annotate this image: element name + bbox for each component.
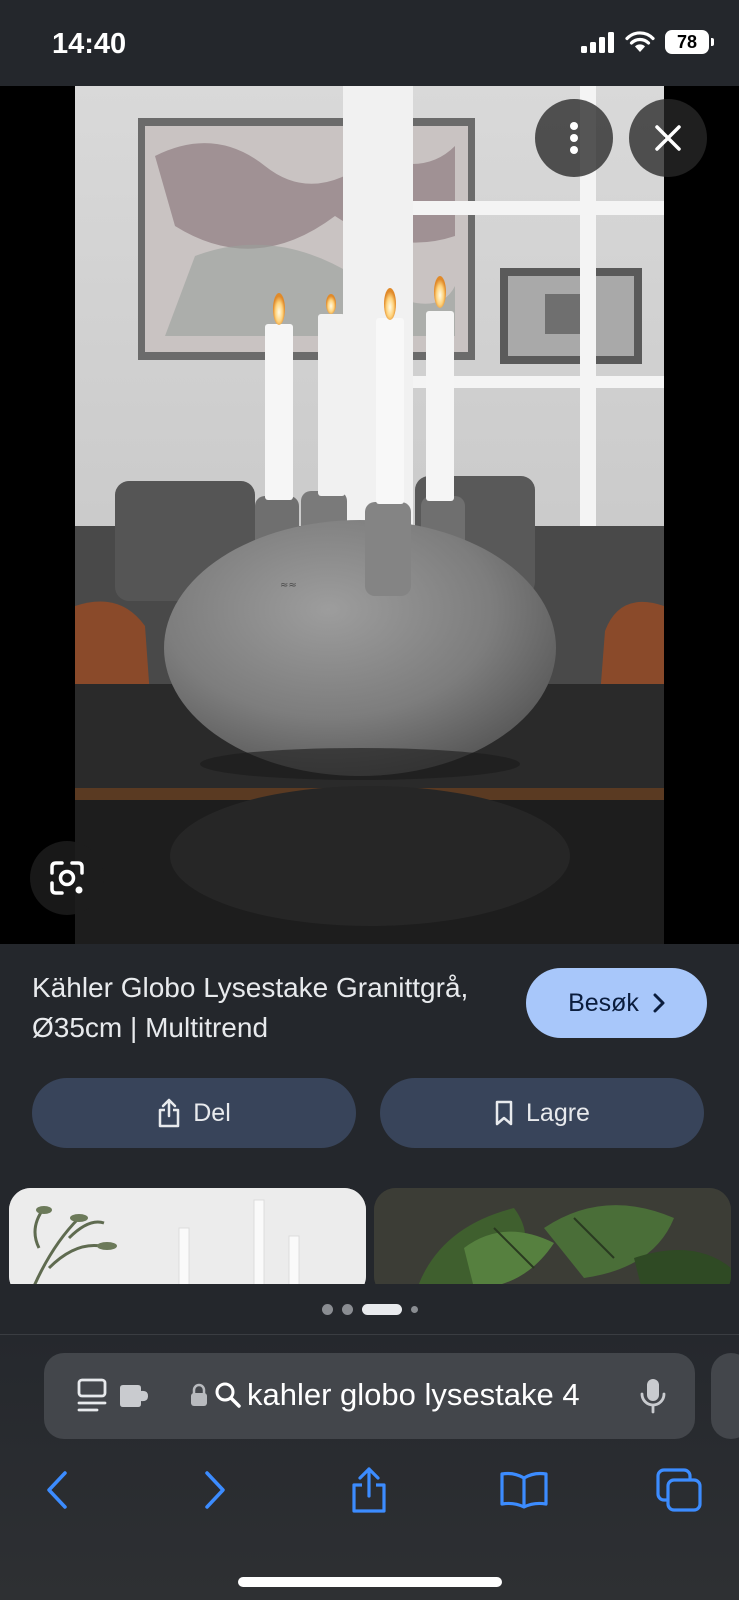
share-label: Del [193, 1098, 231, 1127]
status-bar: 14:40 78 [0, 0, 739, 86]
back-icon [47, 1471, 67, 1509]
forward-icon [205, 1471, 225, 1509]
bookmark-icon [495, 1100, 513, 1126]
cellular-signal-icon [581, 32, 614, 53]
reader-mode-icon[interactable] [77, 1378, 109, 1414]
image-viewer[interactable]: ≈≈ [0, 86, 739, 944]
search-icon [215, 1382, 241, 1408]
related-image-1[interactable] [9, 1188, 366, 1284]
google-lens-button[interactable] [30, 841, 104, 915]
battery-level: 78 [676, 31, 698, 52]
more-vertical-icon [570, 122, 578, 154]
visit-button[interactable]: Besøk [526, 968, 707, 1038]
tabs-button[interactable] [654, 1465, 704, 1515]
status-time: 14:40 [52, 28, 127, 60]
pagination-dot-active [361, 1303, 402, 1315]
share-button[interactable]: Del [32, 1078, 356, 1148]
forward-button[interactable] [190, 1465, 240, 1515]
back-button[interactable] [32, 1465, 82, 1515]
close-icon [655, 125, 681, 151]
chevron-right-icon [653, 993, 665, 1013]
close-button[interactable] [629, 99, 707, 177]
share-page-button[interactable] [344, 1465, 394, 1515]
google-lens-icon [50, 861, 84, 895]
pagination-dot [410, 1305, 418, 1313]
share-icon [352, 1467, 386, 1513]
share-icon [158, 1098, 180, 1128]
address-text[interactable]: kahler globo lysestake 4 [247, 1377, 647, 1413]
pagination-dot [321, 1303, 333, 1315]
battery-icon: 78 [665, 30, 714, 54]
related-image-1-photo [9, 1188, 366, 1284]
related-image-2-photo [374, 1188, 731, 1284]
product-photo: ≈≈ [75, 86, 664, 944]
save-label: Lagre [526, 1098, 590, 1127]
wifi-icon [625, 31, 655, 52]
save-button[interactable]: Lagre [380, 1078, 704, 1148]
tabs-icon [656, 1468, 702, 1512]
result-title[interactable]: Kähler Globo Lysestake Granittgrå, Ø35cm… [32, 968, 502, 1048]
extension-icon[interactable] [118, 1383, 152, 1409]
visit-label: Besøk [568, 988, 639, 1017]
lock-icon [191, 1383, 207, 1406]
pagination-dots [0, 1284, 739, 1334]
microphone-icon[interactable] [640, 1377, 666, 1415]
result-panel: Kähler Globo Lysestake Granittgrå, Ø35cm… [0, 944, 739, 1284]
svg-text:≈≈: ≈≈ [280, 580, 297, 591]
status-indicators: 78 [581, 30, 714, 54]
related-images [0, 1188, 739, 1284]
more-options-button[interactable] [535, 99, 613, 177]
bookmarks-button[interactable] [499, 1465, 549, 1515]
bookmarks-icon [500, 1471, 548, 1509]
browser-bar: kahler globo lysestake 4 [0, 1334, 739, 1600]
next-tab-address-bar[interactable] [711, 1353, 739, 1439]
address-bar[interactable]: kahler globo lysestake 4 [44, 1353, 695, 1439]
home-indicator[interactable] [238, 1577, 502, 1587]
pagination-dot [341, 1303, 353, 1315]
related-image-2[interactable] [374, 1188, 731, 1284]
